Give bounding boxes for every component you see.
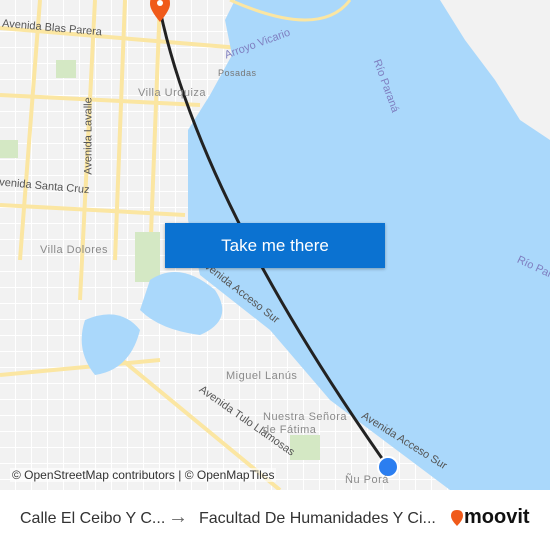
place-label: Nuestra Señora de Fátima bbox=[263, 411, 348, 436]
moovit-logo: moovit bbox=[450, 506, 530, 529]
destination-label: Facultad De Humanidades Y Ci... bbox=[199, 510, 436, 527]
take-me-there-button[interactable]: Take me there bbox=[165, 223, 385, 268]
brand-text: moovit bbox=[464, 506, 530, 528]
road-label: Avenida Lavalle bbox=[82, 97, 95, 175]
arrow-right-icon: → bbox=[168, 506, 188, 528]
place-label: Villa Urquiza bbox=[138, 87, 207, 99]
moovit-pin-icon bbox=[451, 509, 463, 526]
place-label: Posadas bbox=[218, 68, 257, 78]
map-attribution[interactable]: © OpenStreetMap contributors | © OpenMap… bbox=[10, 468, 277, 482]
origin-label: Calle El Ceibo Y C... bbox=[20, 510, 166, 527]
route-footer: Calle El Ceibo Y C... → Facultad De Huma… bbox=[0, 490, 550, 550]
place-label: Ñu Porá bbox=[345, 474, 389, 486]
place-label: Miguel Lanús bbox=[226, 370, 298, 382]
place-label: Villa Dolores bbox=[40, 244, 109, 256]
map[interactable]: Avenida Blas Parera Avenida Lavalle Aven… bbox=[0, 0, 550, 490]
